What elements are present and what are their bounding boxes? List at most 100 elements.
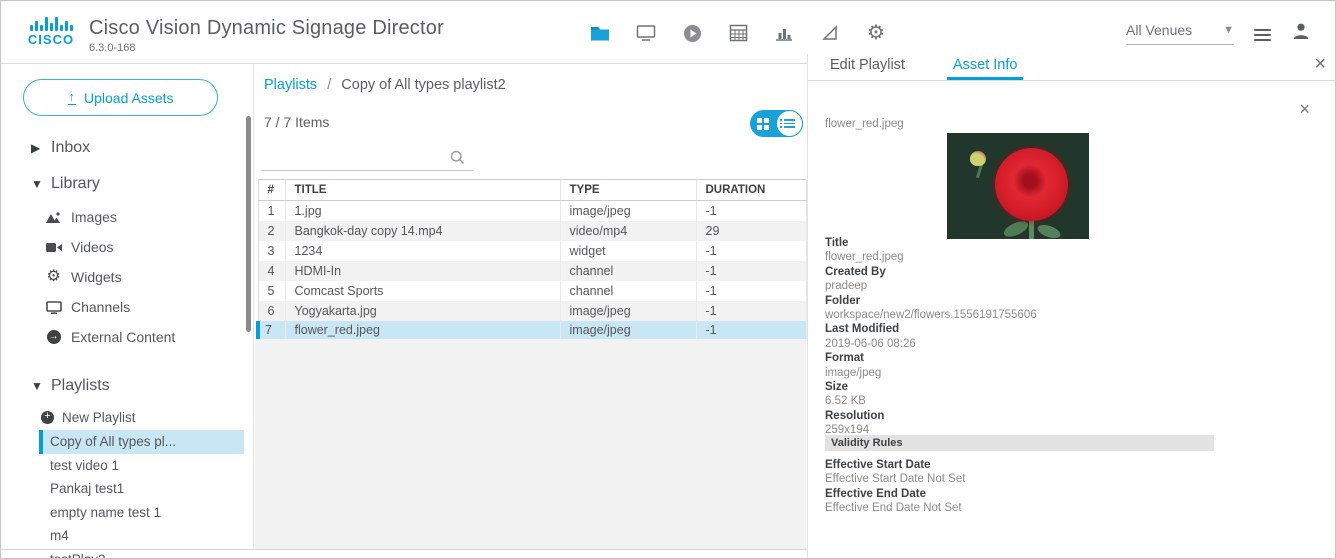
sidebar-item-videos[interactable]: Videos: [1, 232, 253, 262]
red-flower: [995, 148, 1068, 221]
channels-icon: [45, 300, 62, 314]
user-icon[interactable]: [1291, 21, 1311, 46]
display-icon[interactable]: [635, 22, 657, 44]
videos-icon: [45, 242, 62, 253]
sidebar-scrollbar[interactable]: [246, 116, 251, 332]
playlist-item[interactable]: test video 1: [39, 454, 244, 478]
items-count: 7 / 7 Items: [264, 114, 330, 130]
sidebar-tree: ▶ Inbox ▼ Library Images Videos ⚙ Widget…: [1, 130, 253, 558]
table-header-row: # TITLE TYPE DURATION: [258, 179, 807, 201]
breadcrumb-separator: /: [327, 77, 332, 93]
main-content: Playlists / Copy of All types playlist2 …: [255, 64, 807, 558]
set-square-icon[interactable]: [819, 22, 841, 44]
calendar-icon[interactable]: [727, 22, 749, 44]
sidebar-item-images[interactable]: Images: [1, 202, 253, 232]
field-label: Title: [825, 237, 849, 249]
column-header-duration[interactable]: DURATION: [696, 179, 807, 201]
field-value: 6.52 KB: [825, 395, 866, 408]
asset-close-icon[interactable]: ×: [1299, 100, 1310, 118]
field-label: Format: [825, 352, 864, 365]
images-icon: [45, 211, 62, 223]
table-row[interactable]: 3 1234 widget -1: [258, 240, 807, 261]
validity-fields: Effective Start Date Effective Start Dat…: [825, 458, 1225, 516]
app-title: Cisco Vision Dynamic Signage Director: [89, 17, 444, 39]
table-row-selected[interactable]: 7 flower_red.jpeg image/jpeg -1: [256, 320, 807, 341]
asset-name: flower_red.jpeg: [825, 118, 904, 130]
asset-fields: Title flower_red.jpeg Created By pradeep…: [825, 236, 1225, 438]
table-row[interactable]: 2 Bangkok-day copy 14.mp4 video/mp4 29: [258, 220, 807, 241]
chevron-down-icon: ▼: [31, 177, 43, 191]
chevron-down-icon: ▼: [31, 379, 43, 393]
sidebar-item-library[interactable]: ▼ Library: [1, 166, 253, 202]
flower-bud: [970, 151, 986, 166]
playlist-items-table: # TITLE TYPE DURATION 1 1.jpg image/jpeg…: [256, 179, 807, 341]
field-value: workspace/new2/flowers.1556191755606: [825, 309, 1037, 322]
gear-icon[interactable]: ⚙: [865, 22, 887, 44]
asset-preview-image: [947, 133, 1089, 239]
grid-view-icon[interactable]: [750, 117, 776, 130]
cisco-logo-bars-icon: [23, 15, 79, 31]
field-value: image/jpeg: [825, 366, 882, 379]
field-value: 2019-06-06 08:26: [825, 337, 916, 350]
field-value: Effective End Date Not Set: [825, 502, 962, 515]
table-row[interactable]: 1 1.jpg image/jpeg -1: [258, 200, 807, 221]
field-value: pradeep: [825, 280, 868, 293]
bar-chart-icon[interactable]: [773, 22, 795, 44]
list-view-icon[interactable]: [776, 110, 803, 137]
validity-rules-header: Validity Rules: [825, 435, 1214, 451]
tab-edit-playlist[interactable]: Edit Playlist: [824, 54, 911, 80]
field-label: Effective End Date: [825, 487, 926, 500]
app-window: CISCO Cisco Vision Dynamic Signage Direc…: [0, 0, 1336, 559]
search-input[interactable]: [261, 146, 443, 170]
venue-selector-value: All Venues: [1126, 22, 1193, 38]
column-header-num[interactable]: #: [258, 179, 286, 201]
table-row[interactable]: 4 HDMI-In channel -1: [258, 260, 807, 281]
menu-icon[interactable]: [1254, 27, 1271, 41]
field-label: Size: [825, 381, 849, 394]
field-label: Resolution: [825, 409, 885, 422]
table-row[interactable]: 6 Yogyakarta.jpg image/jpeg -1: [258, 300, 807, 321]
play-circle-icon[interactable]: [681, 22, 703, 44]
asset-info-panel: Edit Playlist Asset Info × × flower_red.…: [807, 54, 1335, 558]
column-header-type[interactable]: TYPE: [560, 179, 697, 201]
widgets-icon: ⚙: [46, 268, 61, 285]
new-playlist-button[interactable]: + New Playlist: [1, 404, 253, 430]
search-icon: [450, 150, 465, 170]
search-field: [261, 146, 473, 171]
field-label: Folder: [825, 294, 861, 307]
breadcrumb-playlists-link[interactable]: Playlists: [264, 77, 317, 93]
bottom-divider: [1, 549, 807, 550]
playlist-item-selected[interactable]: Copy of All types pl...: [39, 430, 244, 454]
external-content-icon: →: [46, 330, 61, 344]
upload-icon: ↑: [67, 88, 76, 106]
tab-asset-info[interactable]: Asset Info: [946, 54, 1024, 80]
column-header-title[interactable]: TITLE: [285, 179, 561, 201]
sidebar-item-widgets[interactable]: ⚙ Widgets: [1, 262, 253, 292]
playlist-item[interactable]: Pankaj test1: [39, 477, 244, 501]
panel-tab-bar: Edit Playlist Asset Info: [808, 54, 1335, 81]
upload-assets-button[interactable]: ↑ Upload Assets: [23, 79, 218, 116]
sidebar-item-inbox[interactable]: ▶ Inbox: [1, 130, 253, 166]
breadcrumb-current: Copy of All types playlist2: [341, 77, 506, 93]
chevron-right-icon: ▶: [31, 141, 41, 155]
venue-selector[interactable]: All Venues ▼: [1126, 22, 1234, 45]
plus-icon: +: [41, 410, 54, 424]
sidebar-item-channels[interactable]: Channels: [1, 292, 253, 322]
playlist-item[interactable]: empty name test 1: [39, 501, 244, 525]
panel-close-icon[interactable]: ×: [1314, 54, 1326, 74]
field-value: Effective Start Date Not Set: [825, 473, 966, 486]
sidebar-item-external-content[interactable]: → External Content: [1, 322, 253, 352]
content-empty-area: [255, 339, 806, 549]
breadcrumb: Playlists / Copy of All types playlist2: [264, 77, 506, 93]
app-version: 6.3.0-168: [89, 42, 136, 54]
header-nav-icons: ⚙: [589, 22, 887, 44]
upload-assets-label: Upload Assets: [84, 89, 174, 106]
view-toggle[interactable]: [750, 110, 803, 137]
sidebar-item-playlists[interactable]: ▼ Playlists: [1, 368, 253, 404]
chevron-down-icon: ▼: [1223, 24, 1234, 36]
header-right: All Venues ▼: [1126, 21, 1311, 46]
table-row[interactable]: 5 Comcast Sports channel -1: [258, 280, 807, 301]
folder-icon[interactable]: [589, 22, 611, 44]
playlist-item[interactable]: m4: [39, 524, 244, 548]
